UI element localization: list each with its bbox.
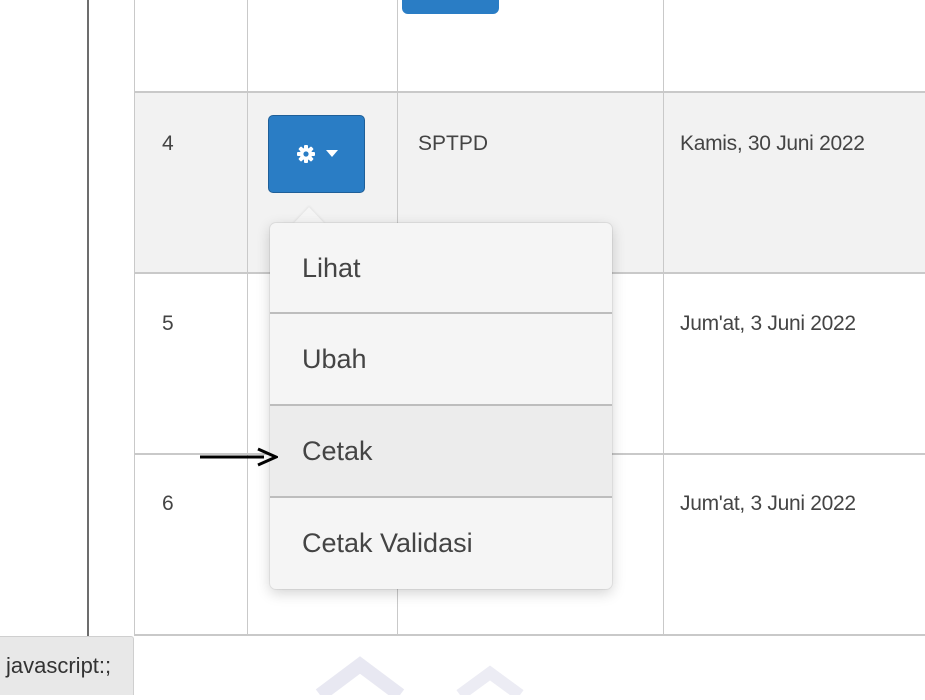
menu-item-cetak[interactable]: Cetak (270, 406, 612, 496)
action-dropdown-menu: Lihat Ubah Cetak Cetak Validasi (270, 223, 612, 589)
page-left-border (87, 0, 89, 640)
dropdown-caret (293, 207, 325, 224)
row-name: SPTPD (418, 132, 489, 155)
table-row-partial (134, 0, 925, 92)
right-arrow-icon (200, 447, 280, 472)
column-divider (663, 0, 664, 636)
action-dropdown-button[interactable] (268, 115, 365, 193)
gear-icon (296, 144, 316, 164)
row-date: Jum'at, 3 Juni 2022 (680, 492, 856, 515)
status-bar-text: javascript:; (6, 653, 112, 678)
watermark-logo (300, 655, 620, 700)
row-divider (134, 91, 925, 93)
column-divider (247, 0, 248, 636)
caret-down-icon (325, 150, 338, 158)
row-number: 6 (162, 492, 174, 515)
status-bar-url: javascript:; (0, 636, 134, 695)
column-divider (134, 0, 135, 636)
menu-item-lihat[interactable]: Lihat (270, 223, 612, 313)
row-date: Kamis, 30 Juni 2022 (680, 132, 865, 155)
row-divider (134, 634, 925, 636)
row-date: Jum'at, 3 Juni 2022 (680, 312, 856, 335)
row-number: 4 (162, 132, 174, 155)
row-number: 5 (162, 312, 174, 335)
menu-item-cetak-validasi[interactable]: Cetak Validasi (270, 498, 612, 588)
menu-item-ubah[interactable]: Ubah (270, 314, 612, 404)
action-button-partial[interactable] (402, 0, 499, 14)
